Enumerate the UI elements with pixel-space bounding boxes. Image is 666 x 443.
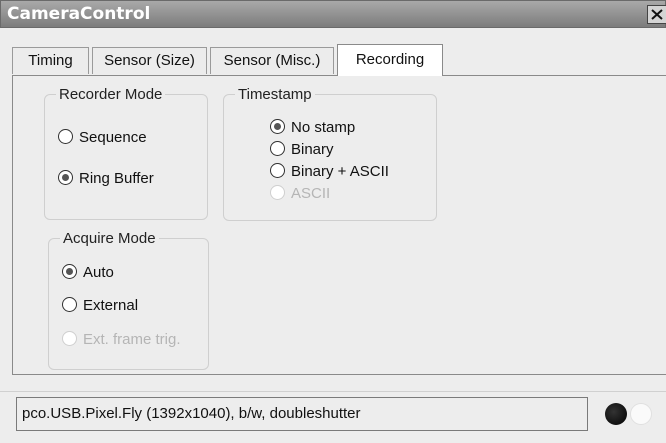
- tab-sensor-misc[interactable]: Sensor (Misc.): [210, 47, 334, 74]
- camera-info-field: pco.USB.Pixel.Fly (1392x1040), b/w, doub…: [16, 397, 588, 431]
- radio-binary-ascii[interactable]: Binary + ASCII: [270, 162, 389, 182]
- radio-ext-frame-trig: Ext. frame trig.: [62, 330, 181, 350]
- radio-ascii: ASCII: [270, 184, 330, 204]
- timestamp-legend: Timestamp: [238, 86, 312, 103]
- tab-recording[interactable]: Recording: [337, 44, 443, 76]
- acquire-mode-legend: Acquire Mode: [63, 230, 156, 247]
- radio-sequence[interactable]: Sequence: [58, 128, 147, 148]
- recording-tab-panel: Recorder Mode Sequence Ring Buffer Times…: [12, 75, 666, 375]
- radio-no-stamp[interactable]: No stamp: [270, 118, 355, 138]
- radio-label: ASCII: [291, 185, 331, 202]
- recorder-mode-legend: Recorder Mode: [59, 86, 163, 103]
- title-bar[interactable]: CameraControl: [0, 0, 666, 28]
- close-button[interactable]: [647, 5, 666, 24]
- radio-label: Ring Buffer: [79, 170, 154, 187]
- status-led-active: [605, 403, 627, 425]
- radio-button-icon: [62, 297, 77, 313]
- timestamp-group: Timestamp No stamp Binary Binary + ASCII…: [223, 86, 437, 221]
- tab-bar: Timing Sensor (Size) Sensor (Misc.) Reco…: [12, 44, 666, 76]
- radio-label: Auto: [83, 264, 114, 281]
- radio-button-checked-icon: [58, 170, 73, 186]
- tab-timing[interactable]: Timing: [12, 47, 89, 74]
- radio-button-icon: [270, 141, 285, 157]
- radio-ring-buffer[interactable]: Ring Buffer: [58, 169, 154, 189]
- status-bar: pco.USB.Pixel.Fly (1392x1040), b/w, doub…: [0, 391, 666, 443]
- radio-label: Sequence: [79, 129, 147, 146]
- radio-label: Binary + ASCII: [291, 163, 389, 180]
- tab-sensor-size[interactable]: Sensor (Size): [92, 47, 207, 74]
- status-led-inactive: [630, 403, 652, 425]
- radio-external[interactable]: External: [62, 296, 138, 316]
- acquire-mode-group: Acquire Mode Auto External Ext. frame tr…: [48, 230, 209, 370]
- radio-label: Binary: [291, 141, 334, 158]
- radio-button-icon: [270, 163, 285, 179]
- close-icon: [651, 9, 663, 20]
- radio-button-checked-icon: [270, 119, 285, 135]
- radio-button-icon: [62, 331, 77, 347]
- radio-button-icon: [270, 185, 285, 201]
- camera-control-window: CameraControl Timing Sensor (Size) Senso…: [0, 0, 666, 443]
- radio-auto[interactable]: Auto: [62, 263, 114, 283]
- recorder-mode-group: Recorder Mode Sequence Ring Buffer: [44, 86, 208, 220]
- radio-button-checked-icon: [62, 264, 77, 280]
- radio-label: No stamp: [291, 119, 356, 136]
- radio-label: External: [83, 297, 139, 314]
- radio-label: Ext. frame trig.: [83, 331, 181, 348]
- radio-button-icon: [58, 129, 73, 145]
- radio-binary[interactable]: Binary: [270, 140, 334, 160]
- window-title: CameraControl: [7, 4, 151, 24]
